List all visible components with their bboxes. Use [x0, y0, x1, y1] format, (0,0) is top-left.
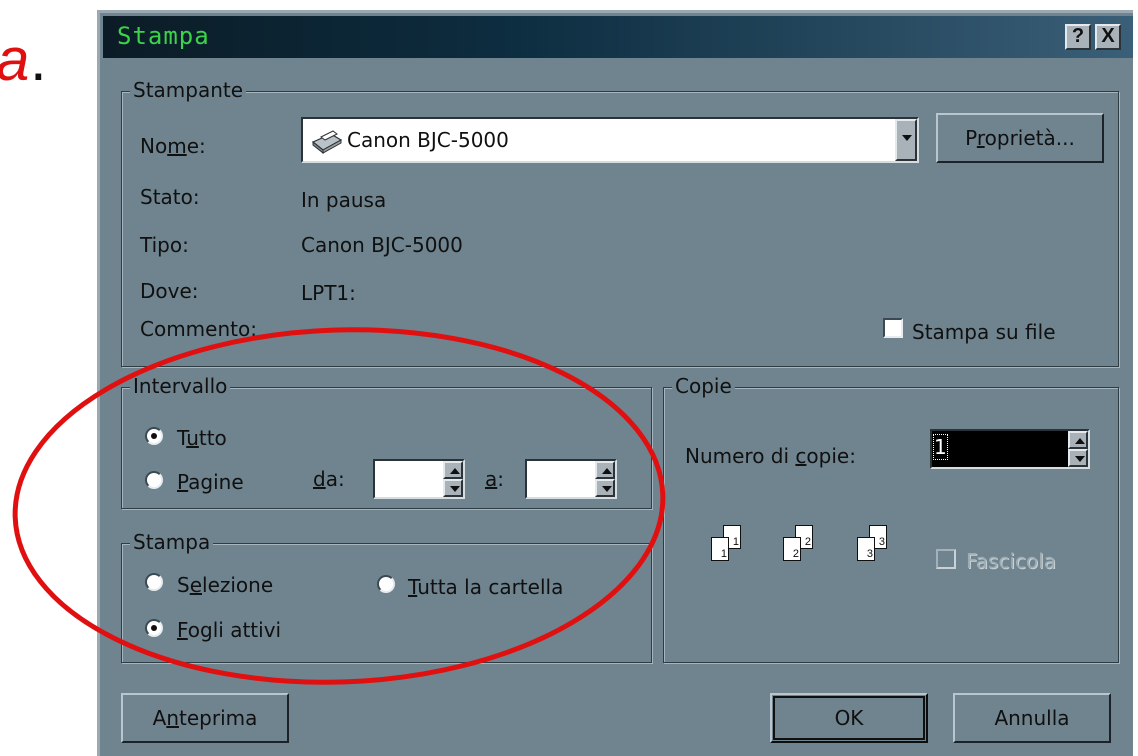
annotation-ellipse [12, 327, 666, 685]
